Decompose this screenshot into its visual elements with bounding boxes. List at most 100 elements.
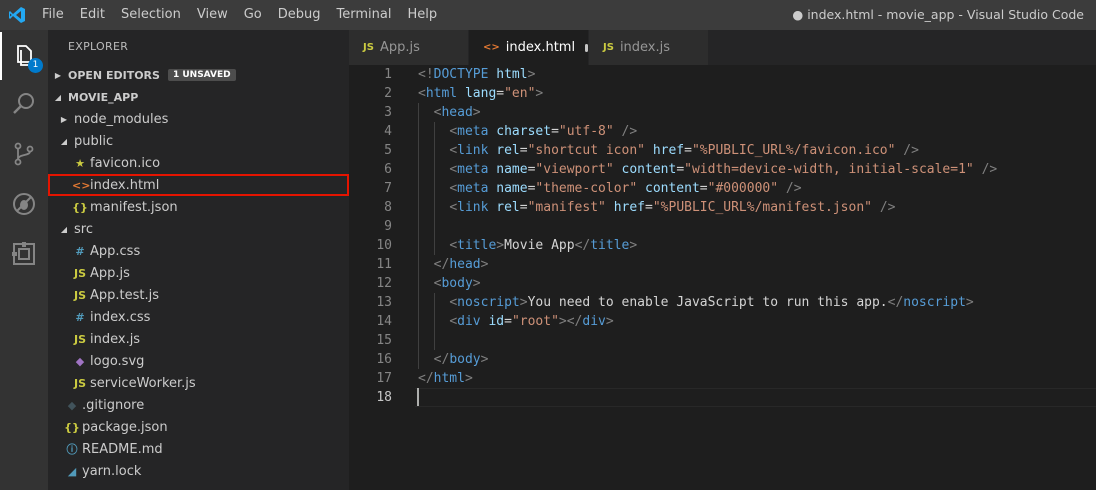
file-name: favicon.ico	[90, 155, 161, 171]
code-line: 13 <noscript>You need to enable JavaScri…	[349, 293, 1096, 312]
extensions-icon[interactable]	[0, 230, 48, 278]
menu-debug[interactable]: Debug	[270, 0, 329, 30]
menu-go[interactable]: Go	[236, 0, 270, 30]
editor-tab[interactable]: JS index.js	[589, 30, 709, 65]
code-editor[interactable]: 1 <!DOCTYPE html> 2 <html lang="en"> 3 <head…	[349, 65, 1096, 490]
code-line: 6 <meta name="viewport" content="width=d…	[349, 160, 1096, 179]
file-name: public	[74, 133, 114, 149]
explorer-icon[interactable]: 1	[0, 32, 48, 80]
folder-item[interactable]: ▶ node_modules	[48, 108, 349, 130]
menu-terminal[interactable]: Terminal	[329, 0, 400, 30]
unsaved-dot-icon[interactable]	[585, 43, 588, 52]
window-title: ● index.html - movie_app - Visual Studio…	[792, 7, 1084, 22]
line-text: <head>	[433, 105, 481, 120]
project-label: MOVIE_APP	[68, 90, 139, 104]
line-text: <link rel="shortcut icon" href="%PUBLIC_…	[449, 143, 919, 158]
code-line: 1 <!DOCTYPE html>	[349, 65, 1096, 84]
file-name: App.css	[90, 243, 141, 259]
line-text: <link rel="manifest" href="%PUBLIC_URL%/…	[449, 200, 896, 215]
unsaved-count-badge: 1	[28, 58, 43, 73]
file-item[interactable]: {} package.json	[48, 416, 349, 438]
line-number: 12	[376, 276, 392, 291]
line-number: 4	[384, 124, 392, 139]
open-editors-label: OPEN EDITORS	[68, 68, 160, 82]
vscode-logo-icon	[0, 0, 34, 30]
line-text: <meta charset="utf-8" />	[449, 124, 638, 139]
menu-selection[interactable]: Selection	[113, 0, 189, 30]
line-text: <meta name="viewport" content="width=dev…	[449, 162, 998, 177]
file-item[interactable]: JS App.test.js	[48, 284, 349, 306]
line-number: 6	[384, 162, 392, 177]
file-item[interactable]: JS serviceWorker.js	[48, 372, 349, 394]
file-type-icon: ◆	[75, 354, 85, 368]
file-type-icon: ◆	[67, 398, 77, 412]
file-item[interactable]: # index.css	[48, 306, 349, 328]
file-name: index.css	[90, 309, 151, 325]
line-text: <noscript>You need to enable JavaScript …	[449, 295, 974, 310]
file-item[interactable]: ◆ .gitignore	[48, 394, 349, 416]
file-item[interactable]: # App.css	[48, 240, 349, 262]
debug-icon[interactable]	[0, 180, 48, 228]
file-item[interactable]: JS App.js	[48, 262, 349, 284]
code-line: 18	[349, 388, 1096, 407]
code-line: 14 <div id="root"></div>	[349, 312, 1096, 331]
line-text: </html>	[418, 371, 473, 386]
tab-label: index.js	[619, 40, 671, 55]
line-number: 14	[376, 314, 392, 329]
line-text: <html lang="en">	[418, 86, 544, 101]
line-number: 17	[376, 371, 392, 386]
open-editors-section[interactable]: ▶ OPEN EDITORS 1 UNSAVED	[48, 64, 349, 86]
file-type-icon: {}	[64, 420, 80, 434]
file-name: logo.svg	[90, 353, 145, 369]
line-number: 11	[376, 257, 392, 272]
code-line: 12 <body>	[349, 274, 1096, 293]
folder-item[interactable]: ◢ public	[48, 130, 349, 152]
file-name: yarn.lock	[82, 463, 142, 479]
file-item[interactable]: ⓘ README.md	[48, 438, 349, 460]
file-name: serviceWorker.js	[90, 375, 196, 391]
file-name: index.js	[90, 331, 141, 347]
menu-view[interactable]: View	[189, 0, 236, 30]
code-line: 17 </html>	[349, 369, 1096, 388]
search-icon[interactable]	[0, 80, 48, 128]
line-number: 13	[376, 295, 392, 310]
folder-item[interactable]: ◢ src	[48, 218, 349, 240]
line-text: <title>Movie App</title>	[449, 238, 638, 253]
file-type-icon: JS	[363, 42, 374, 53]
file-item[interactable]: ◆ logo.svg	[48, 350, 349, 372]
chevron-right-icon: ▶	[54, 70, 62, 80]
code-line: 8 <link rel="manifest" href="%PUBLIC_URL…	[349, 198, 1096, 217]
code-line: 4 <meta charset="utf-8" />	[349, 122, 1096, 141]
editor-tabs: JS App.js <> index.html JS index.js	[349, 30, 1096, 65]
explorer-sidebar: EXPLORER ▶ OPEN EDITORS 1 UNSAVED ◢ MOVI…	[48, 30, 349, 490]
source-control-icon[interactable]	[0, 130, 48, 178]
file-type-icon: <>	[72, 178, 91, 192]
project-section[interactable]: ◢ MOVIE_APP	[48, 86, 349, 108]
menu-edit[interactable]: Edit	[72, 0, 113, 30]
editor-tab[interactable]: <> index.html	[469, 30, 589, 65]
file-item[interactable]: ★ favicon.ico	[48, 152, 349, 174]
line-text: <div id="root"></div>	[449, 314, 614, 329]
file-item[interactable]: JS index.js	[48, 328, 349, 350]
file-type-icon: ⓘ	[66, 443, 78, 456]
file-item[interactable]: ◢ yarn.lock	[48, 460, 349, 482]
menu-help[interactable]: Help	[399, 0, 445, 30]
code-line: 15	[349, 331, 1096, 350]
file-type-icon: <>	[483, 42, 500, 53]
line-text: </body>	[433, 352, 489, 367]
file-item[interactable]: <> index.html	[48, 174, 349, 196]
line-text: <meta name="theme-color" content="#00000…	[449, 181, 802, 196]
file-type-icon: JS	[603, 42, 614, 53]
editor-tab[interactable]: JS App.js	[349, 30, 469, 65]
file-type-icon: ◢	[67, 464, 77, 478]
file-item[interactable]: {} manifest.json	[48, 196, 349, 218]
line-number: 3	[384, 105, 392, 120]
explorer-title: EXPLORER	[68, 40, 129, 53]
code-line: 10 <title>Movie App</title>	[349, 236, 1096, 255]
file-name: manifest.json	[90, 199, 178, 215]
code-line: 16 </body>	[349, 350, 1096, 369]
activity-bar: 1	[0, 30, 48, 490]
file-type-icon: #	[75, 310, 85, 324]
menu-file[interactable]: File	[34, 0, 72, 30]
line-number: 16	[376, 352, 392, 367]
